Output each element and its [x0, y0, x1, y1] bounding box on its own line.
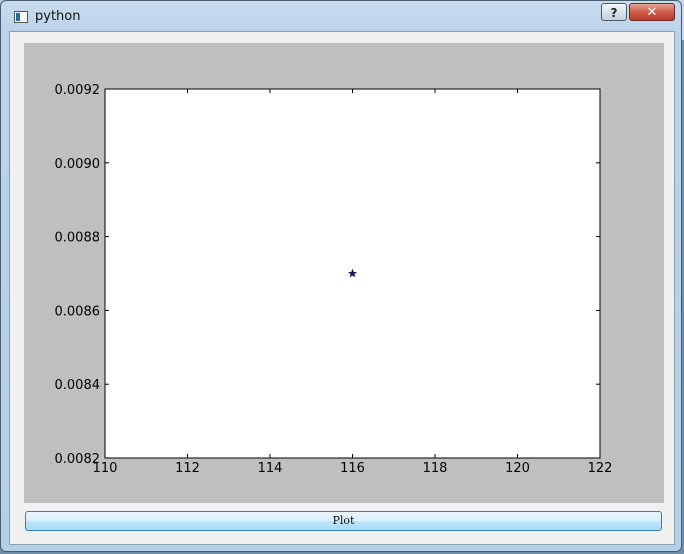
y-tick-label: 0.0086 — [55, 304, 101, 319]
close-button[interactable]: ✕ — [629, 3, 675, 21]
x-tick-label: 122 — [588, 461, 613, 476]
window-app-icon — [14, 11, 28, 23]
y-tick-label: 0.0092 — [55, 83, 101, 98]
y-tick-label: 0.0084 — [55, 378, 101, 393]
y-tick-label: 0.0082 — [55, 452, 101, 467]
window-title: python — [35, 9, 81, 24]
x-tick-label: 116 — [340, 461, 365, 476]
x-tick-label: 112 — [175, 461, 200, 476]
plot-figure: 110 112 114 116 118 120 122 0.0082 0.0084 0.0086 0… — [24, 43, 664, 503]
x-tick-label: 118 — [423, 461, 448, 476]
x-tick-label: 114 — [258, 461, 283, 476]
title-bar[interactable]: python ? ✕ — [1, 1, 681, 33]
plot-button[interactable]: Plot — [25, 511, 662, 531]
help-button[interactable]: ? — [601, 3, 627, 21]
y-tick-label: 0.0088 — [55, 231, 101, 246]
x-tick-label: 120 — [505, 461, 530, 476]
plot-canvas: 110 112 114 116 118 120 1220.00820.00840.00860… — [55, 83, 613, 476]
y-tick-label: 0.0090 — [55, 157, 101, 172]
